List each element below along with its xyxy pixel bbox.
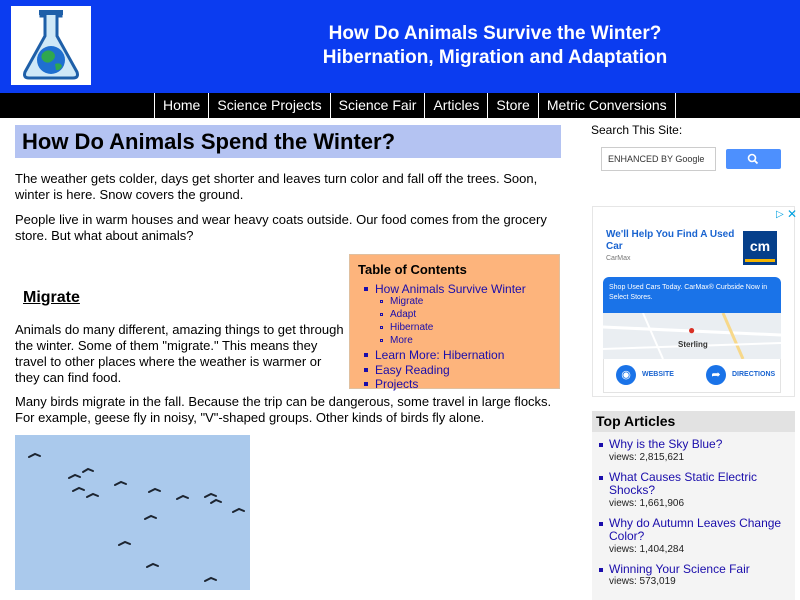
ad-logo-bar	[745, 259, 775, 262]
nav-item-science-projects[interactable]: Science Projects	[209, 93, 331, 118]
toc-bullet	[364, 368, 368, 372]
toc-link-migrate[interactable]: Migrate	[390, 296, 423, 307]
ad-directions-button[interactable]: DIRECTIONS	[732, 371, 775, 378]
site-title-line1: How Do Animals Survive the Winter?	[328, 23, 662, 44]
top-article-link[interactable]: Winning Your Science Fair	[609, 563, 789, 576]
birds-paragraph: Many birds migrate in the fall. Because …	[15, 394, 552, 425]
toc-link-easy-reading[interactable]: Easy Reading	[375, 363, 450, 377]
toc-sub-bullet	[380, 326, 383, 329]
flying-birds-image	[28, 452, 245, 582]
list-bullet	[599, 476, 603, 480]
table-of-contents: Table of Contents How Animals Survive Wi…	[349, 254, 560, 391]
toc-sub-bullet	[380, 313, 383, 316]
ad-description[interactable]: Shop Used Cars Today. CarMax® Curbside N…	[603, 277, 781, 313]
ad-map[interactable]: ● Sterling	[603, 313, 781, 359]
top-article-views: views: 573,019	[609, 576, 676, 587]
toc-link-adapt[interactable]: Adapt	[390, 309, 416, 320]
nav-item-science-fair[interactable]: Science Fair	[331, 93, 426, 118]
ad-website-button[interactable]: WEBSITE	[642, 371, 674, 378]
toc-link-how-animals-survive-winter[interactable]: How Animals Survive Winter	[375, 282, 526, 296]
ad-choices-icon[interactable]: ▷	[776, 209, 784, 220]
top-article-link[interactable]: Why do Autumn Leaves Change Color?	[609, 517, 789, 543]
main-nav: Home Science Projects Science Fair Artic…	[0, 93, 800, 118]
map-pin-icon: ●	[688, 323, 696, 337]
toc-link-projects[interactable]: Projects	[375, 377, 418, 391]
directions-icon[interactable]: ➦	[706, 365, 726, 385]
top-articles: Top Articles Why is the Sky Blue? views:…	[592, 411, 795, 600]
close-icon[interactable]: ✕	[787, 207, 797, 221]
page-title: How Do Animals Spend the Winter?	[15, 125, 561, 158]
search-input[interactable]: ENHANCED BY Google	[601, 147, 716, 171]
toc-sub-bullet	[380, 339, 383, 342]
toc-link-hibernate[interactable]: Hibernate	[390, 322, 433, 333]
list-bullet	[599, 568, 603, 572]
top-article-link[interactable]: Why is the Sky Blue?	[609, 438, 789, 451]
toc-link-more[interactable]: More	[390, 335, 413, 346]
site-header: How Do Animals Survive the Winter? Hiber…	[0, 0, 800, 93]
flask-globe-icon	[23, 10, 79, 80]
search-label: Search This Site:	[591, 123, 683, 137]
globe-icon[interactable]: ◉	[616, 365, 636, 385]
site-logo[interactable]	[11, 6, 91, 85]
top-article-link[interactable]: What Causes Static Electric Shocks?	[609, 471, 789, 497]
nav-item-articles[interactable]: Articles	[425, 93, 489, 118]
ad-headline[interactable]: We'll Help You Find A Used Car	[606, 229, 736, 253]
top-article-views: views: 2,815,621	[609, 452, 685, 463]
search-icon	[747, 153, 759, 165]
map-location-label: Sterling	[678, 340, 708, 349]
nav-list: Home Science Projects Science Fair Artic…	[154, 93, 676, 118]
migrating-birds-photo	[15, 435, 250, 590]
nav-item-metric-conversions[interactable]: Metric Conversions	[539, 93, 676, 118]
toc-title: Table of Contents	[358, 262, 467, 277]
list-bullet	[599, 443, 603, 447]
migrate-paragraph: Animals do many different, amazing thing…	[15, 322, 344, 385]
top-article-views: views: 1,404,284	[609, 544, 685, 555]
toc-sub-bullet	[380, 300, 383, 303]
toc-link-learn-more-hibernation[interactable]: Learn More: Hibernation	[375, 348, 504, 362]
migrate-heading: Migrate	[23, 289, 80, 306]
site-title-line2: Hibernation, Migration and Adaptation	[322, 47, 668, 68]
nav-item-store[interactable]: Store	[488, 93, 539, 118]
top-article-views: views: 1,661,906	[609, 498, 685, 509]
site-title: How Do Animals Survive the Winter? Hiber…	[200, 22, 790, 70]
intro-paragraph: The weather gets colder, days get shorte…	[15, 171, 538, 202]
toc-bullet	[364, 353, 368, 357]
list-bullet	[599, 522, 603, 526]
search-button[interactable]	[726, 149, 781, 169]
nav-item-home[interactable]: Home	[155, 93, 210, 118]
ad-brand: CarMax	[606, 255, 631, 262]
animals-question-paragraph: People live in warm houses and wear heav…	[15, 212, 547, 243]
advertisement[interactable]: ▷ ✕ We'll Help You Find A Used Car CarMa…	[592, 206, 797, 397]
toc-bullet	[364, 382, 368, 386]
top-articles-title: Top Articles	[592, 411, 795, 432]
ad-actions: ◉ WEBSITE ➦ DIRECTIONS	[603, 359, 781, 393]
toc-bullet	[364, 287, 368, 291]
